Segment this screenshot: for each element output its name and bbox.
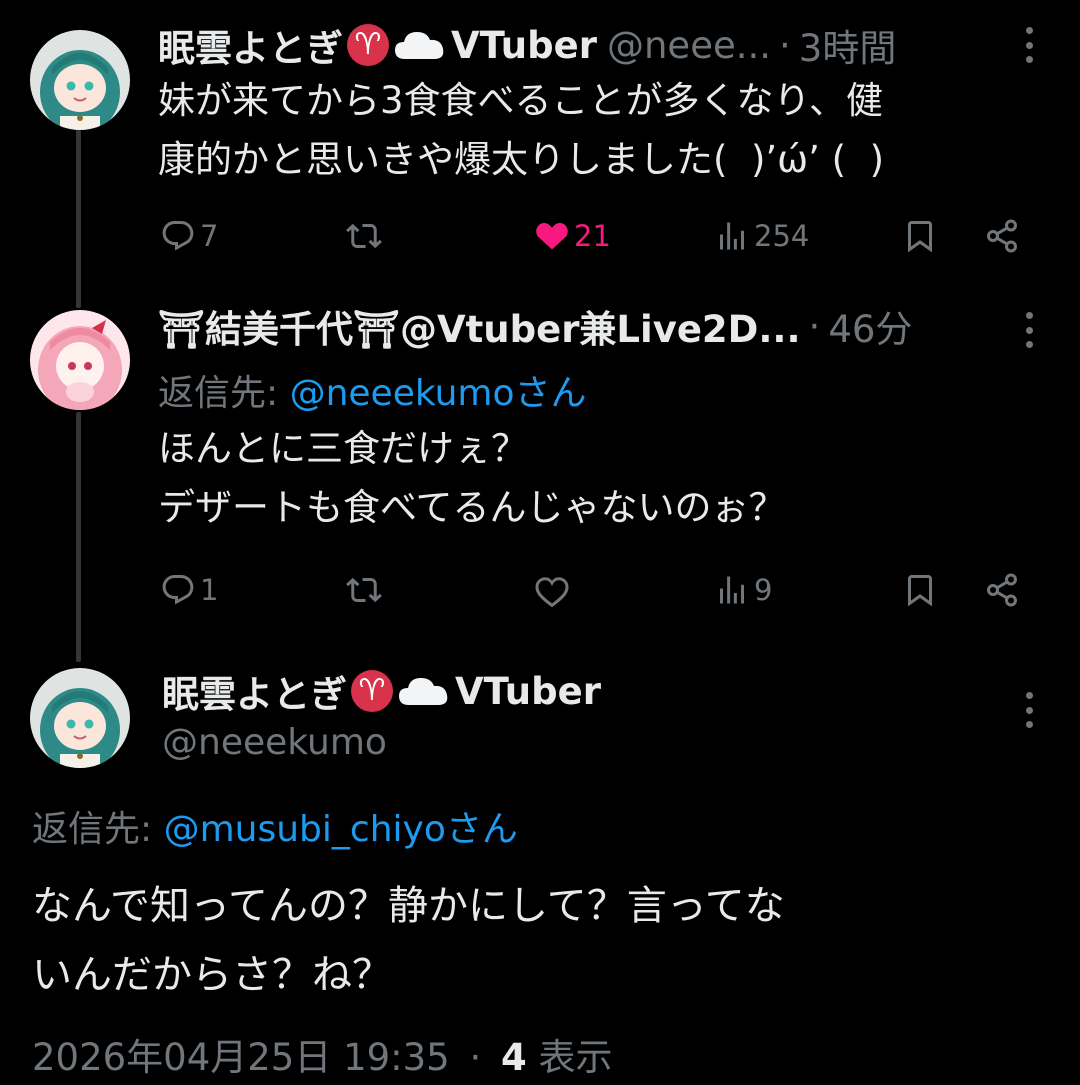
retweet-button[interactable] xyxy=(346,568,382,612)
bookmark-icon xyxy=(908,221,932,253)
tweet[interactable]: 眠雲よとぎ ♈ VTuber @neee... · 3時間 妹が来てから3食食べ… xyxy=(0,0,1080,290)
bookmark-button[interactable] xyxy=(902,568,938,612)
reply-count: 7 xyxy=(200,219,219,253)
thread: 眠雲よとぎ ♈ VTuber @neee... · 3時間 妹が来てから3食食べ… xyxy=(0,0,1080,1085)
display-name-suffix: VTuber xyxy=(451,23,597,67)
bookmark-button[interactable] xyxy=(902,214,938,258)
more-icon[interactable] xyxy=(1022,312,1036,348)
views-icon xyxy=(720,576,744,604)
separator: · xyxy=(779,23,791,67)
reply-mention-link[interactable]: @neeekumoさん xyxy=(290,373,587,414)
aries-emoji: ♈ xyxy=(347,24,389,66)
tweet-meta: 2026年04月25日 19:35 · 4 表示 xyxy=(32,1027,613,1081)
reply-context: 返信先: @neeekumoさん xyxy=(158,364,587,416)
cloud-icon xyxy=(395,32,444,59)
separator: · xyxy=(469,1036,482,1079)
handle[interactable]: @neeekumo xyxy=(162,722,387,763)
cloud-icon xyxy=(399,678,448,705)
view-count: 9 xyxy=(754,573,773,607)
reply-prefix: 返信先: xyxy=(158,373,279,414)
reply-count: 1 xyxy=(200,573,219,607)
timestamp[interactable]: 2026年04月25日 19:35 xyxy=(32,1036,450,1079)
tweet-text: ほんとに三食だけぇ？ デザートも食べてるんじゃないのぉ？ xyxy=(158,427,786,529)
share-button[interactable] xyxy=(984,214,1020,258)
share-button[interactable] xyxy=(984,568,1020,612)
like-button[interactable]: 21 xyxy=(534,214,611,258)
more-icon[interactable] xyxy=(1022,27,1036,63)
like-icon xyxy=(536,223,568,250)
tweet-text: 妹が来てから3食食べることが多くなり、健 康的かと思いきや爆太りしました( )’… xyxy=(158,79,885,181)
aries-emoji: ♈ xyxy=(351,670,393,712)
action-bar: 1 9 xyxy=(158,568,1038,612)
retweet-button[interactable] xyxy=(346,214,382,258)
like-count: 21 xyxy=(574,219,611,253)
handle[interactable]: @neee... xyxy=(607,24,771,67)
display-name[interactable]: 眠雲よとぎ xyxy=(158,20,343,70)
bookmark-icon xyxy=(908,575,932,607)
view-count: 4 xyxy=(501,1036,527,1079)
reply-button[interactable]: 1 xyxy=(160,568,218,612)
reply-button[interactable]: 7 xyxy=(160,214,218,258)
timestamp[interactable]: 46分 xyxy=(828,301,912,351)
action-bar: 7 21 254 xyxy=(158,214,1038,258)
like-button[interactable] xyxy=(534,568,570,612)
tweet-header: ⛩結美千代⛩@Vtuber兼Live2D... · 46分 xyxy=(158,301,1020,352)
timestamp[interactable]: 3時間 xyxy=(799,20,897,70)
avatar[interactable] xyxy=(30,310,130,410)
like-icon xyxy=(535,577,569,608)
display-name[interactable]: ⛩結美千代⛩@Vtuber兼Live2D... xyxy=(158,301,801,351)
views-button[interactable]: 254 xyxy=(714,214,809,258)
retweet-icon xyxy=(346,577,382,603)
retweet-icon xyxy=(346,223,382,249)
reply-mention-link[interactable]: @musubi_chiyoさん xyxy=(164,809,518,850)
reply-prefix: 返信先: xyxy=(32,809,153,850)
tweet-text: なんで知ってんの？静かにして？言ってな いんだからさ？ね？ xyxy=(32,883,785,998)
avatar[interactable] xyxy=(30,668,130,768)
tweet-header: 眠雲よとぎ ♈ VTuber @neee... · 3時間 xyxy=(158,20,1020,71)
views-label: 表示 xyxy=(538,1036,613,1079)
more-icon[interactable] xyxy=(1022,692,1036,728)
reply-icon xyxy=(162,575,194,605)
tweet[interactable]: ⛩結美千代⛩@Vtuber兼Live2D... · 46分 返信先: @neee… xyxy=(0,290,1080,642)
view-count: 254 xyxy=(754,219,810,253)
display-name-suffix: VTuber xyxy=(455,669,601,713)
separator: · xyxy=(808,304,821,348)
share-icon xyxy=(987,219,1017,253)
focused-tweet: 眠雲よとぎ ♈ VTuber @neeekumo 返信先: @musubi_ch… xyxy=(0,642,1080,1085)
views-icon xyxy=(720,222,744,250)
reply-context: 返信先: @musubi_chiyoさん xyxy=(32,800,518,852)
avatar[interactable] xyxy=(30,30,130,130)
views-button[interactable]: 9 xyxy=(714,568,772,612)
display-name[interactable]: 眠雲よとぎ xyxy=(162,666,347,716)
tweet-header: 眠雲よとぎ ♈ VTuber xyxy=(162,666,1020,717)
reply-icon xyxy=(162,221,194,251)
share-icon xyxy=(987,573,1017,607)
